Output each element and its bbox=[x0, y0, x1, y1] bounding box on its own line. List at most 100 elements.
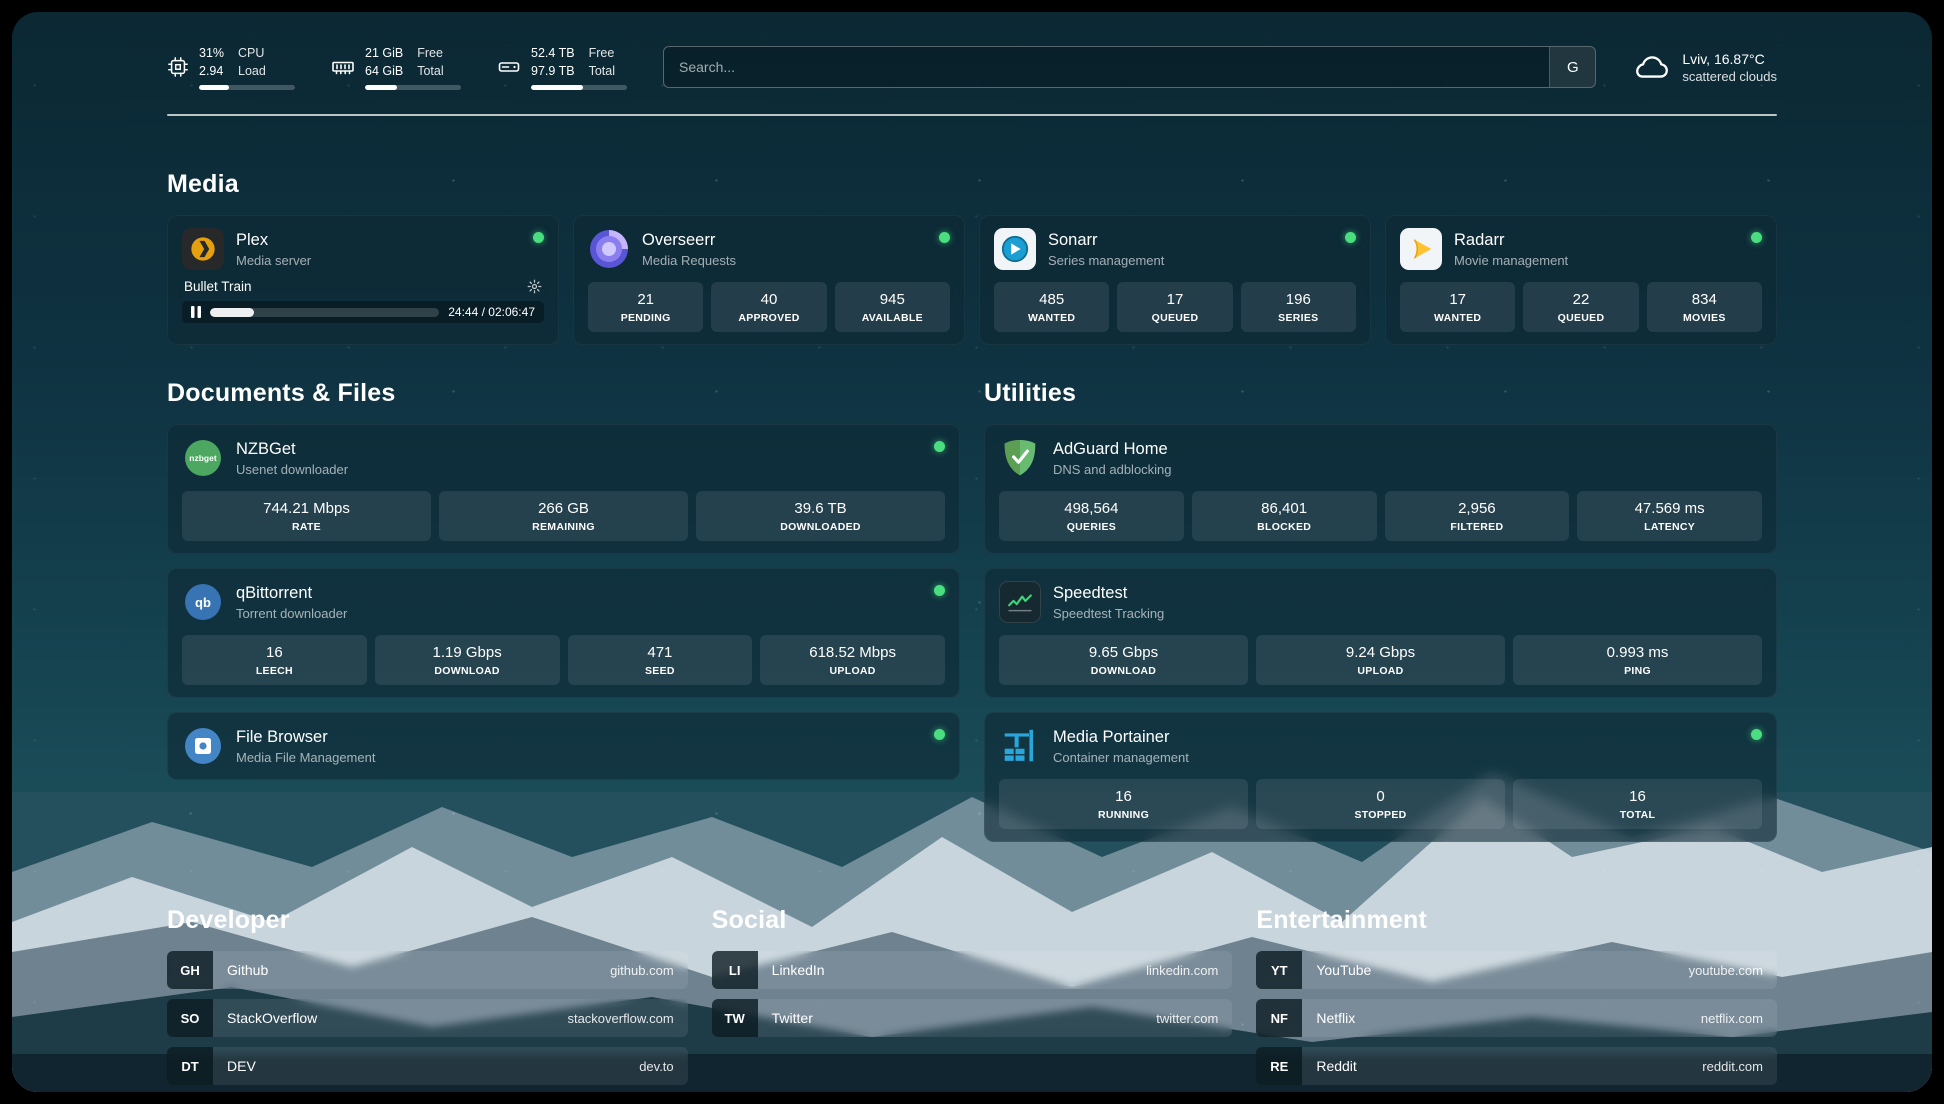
stat-value: 834 bbox=[1692, 291, 1717, 308]
stat-label: WANTED bbox=[1434, 312, 1481, 324]
nzbget-card[interactable]: nzbget NZBGet Usenet downloader 74 bbox=[167, 424, 960, 554]
seek-bar[interactable] bbox=[210, 308, 439, 317]
app-name-portainer: Media Portainer bbox=[1053, 728, 1189, 747]
stat-filtered: 2,956 FILTERED bbox=[1385, 491, 1570, 541]
playback-bar: 24:44 / 02:06:47 bbox=[182, 301, 544, 323]
stackoverflow-favicon: SO bbox=[167, 999, 213, 1037]
stat-label: PING bbox=[1624, 665, 1651, 677]
bookmark-url: netflix.com bbox=[1701, 1011, 1777, 1026]
radarr-card[interactable]: Radarr Movie management 17 WANTED 22 QUE… bbox=[1385, 215, 1777, 345]
stat-value: 47.569 ms bbox=[1635, 500, 1705, 517]
stat-value: 22 bbox=[1573, 291, 1590, 308]
svg-text:qb: qb bbox=[195, 595, 211, 610]
stat-download: 1.19 Gbps DOWNLOAD bbox=[375, 635, 560, 685]
speedtest-card[interactable]: Speedtest Speedtest Tracking 9.65 Gbps D… bbox=[984, 568, 1777, 698]
bookmark-url: reddit.com bbox=[1702, 1059, 1777, 1074]
stat-label: LATENCY bbox=[1644, 521, 1695, 533]
bookmark-linkedin[interactable]: LI LinkedIn linkedin.com bbox=[712, 951, 1233, 989]
stat-ping: 0.993 ms PING bbox=[1513, 635, 1762, 685]
memory-free: 21 GiB bbox=[365, 44, 403, 62]
bookmark-dev[interactable]: DT DEV dev.to bbox=[167, 1047, 688, 1085]
cpu-metric: 31% 2.94 CPU Load bbox=[167, 44, 295, 90]
plex-card[interactable]: Plex Media server Bullet Train bbox=[167, 215, 559, 345]
section-title-entertainment: Entertainment bbox=[1256, 906, 1777, 935]
stat-value: 0 bbox=[1376, 788, 1384, 805]
stat-label: TOTAL bbox=[1620, 809, 1656, 821]
status-online-dot bbox=[939, 232, 950, 243]
app-name-overseerr: Overseerr bbox=[642, 231, 736, 250]
search-bar: G bbox=[663, 46, 1596, 88]
stat-value: 618.52 Mbps bbox=[809, 644, 896, 661]
stat-value: 2,956 bbox=[1458, 500, 1496, 517]
bookmark-stackoverflow[interactable]: SO StackOverflow stackoverflow.com bbox=[167, 999, 688, 1037]
cloud-icon bbox=[1632, 51, 1672, 83]
memory-label-1: Free bbox=[417, 44, 443, 62]
github-favicon: GH bbox=[167, 951, 213, 989]
stat-label: UPLOAD bbox=[830, 665, 876, 677]
search-input[interactable] bbox=[664, 47, 1549, 87]
gear-icon[interactable] bbox=[527, 279, 542, 294]
stat-queued: 22 QUEUED bbox=[1523, 282, 1638, 332]
bookmark-reddit[interactable]: RE Reddit reddit.com bbox=[1256, 1047, 1777, 1085]
overseerr-icon bbox=[588, 228, 630, 270]
nzbget-icon: nzbget bbox=[182, 437, 224, 479]
app-name-radarr: Radarr bbox=[1454, 231, 1568, 250]
stat-label: UPLOAD bbox=[1357, 665, 1403, 677]
status-online-dot bbox=[934, 729, 945, 740]
stat-value: 16 bbox=[1115, 788, 1132, 805]
overseerr-card[interactable]: Overseerr Media Requests 21 PENDING 40 A… bbox=[573, 215, 965, 345]
bookmark-youtube[interactable]: YT YouTube youtube.com bbox=[1256, 951, 1777, 989]
stat-value: 485 bbox=[1039, 291, 1064, 308]
stat-rate: 744.21 Mbps RATE bbox=[182, 491, 431, 541]
stat-label: REMAINING bbox=[532, 521, 595, 533]
adguard-card[interactable]: AdGuard Home DNS and adblocking 498,564 … bbox=[984, 424, 1777, 554]
qbittorrent-card[interactable]: qb qBittorrent Torrent downloader bbox=[167, 568, 960, 698]
stat-wanted: 485 WANTED bbox=[994, 282, 1109, 332]
reddit-favicon: RE bbox=[1256, 1047, 1302, 1085]
stat-label: MOVIES bbox=[1683, 312, 1726, 324]
app-name-nzbget: NZBGet bbox=[236, 440, 348, 459]
status-online-dot bbox=[1751, 232, 1762, 243]
bookmark-github[interactable]: GH Github github.com bbox=[167, 951, 688, 989]
stat-seed: 471 SEED bbox=[568, 635, 753, 685]
disk-free: 52.4 TB bbox=[531, 44, 575, 62]
stat-label: FILTERED bbox=[1450, 521, 1503, 533]
app-subtitle-speedtest: Speedtest Tracking bbox=[1053, 606, 1164, 621]
cpu-label-1: CPU bbox=[238, 44, 266, 62]
dev-favicon: DT bbox=[167, 1047, 213, 1085]
stat-label: LEECH bbox=[256, 665, 293, 677]
weather-widget[interactable]: Lviv, 16.87°C scattered clouds bbox=[1632, 51, 1777, 84]
cpu-percent: 31% bbox=[199, 44, 224, 62]
app-subtitle-filebrowser: Media File Management bbox=[236, 750, 375, 765]
app-name-filebrowser: File Browser bbox=[236, 728, 375, 747]
stat-running: 16 RUNNING bbox=[999, 779, 1248, 829]
bookmark-netflix[interactable]: NF Netflix netflix.com bbox=[1256, 999, 1777, 1037]
stat-label: APPROVED bbox=[738, 312, 799, 324]
section-title-media: Media bbox=[167, 170, 1777, 199]
stat-value: 9.65 Gbps bbox=[1089, 644, 1158, 661]
stat-label: SERIES bbox=[1278, 312, 1318, 324]
app-subtitle-qbittorrent: Torrent downloader bbox=[236, 606, 347, 621]
bookmark-name: StackOverflow bbox=[213, 1010, 317, 1026]
search-engine-button[interactable]: G bbox=[1549, 47, 1595, 87]
radarr-icon bbox=[1400, 228, 1442, 270]
memory-icon bbox=[331, 55, 355, 79]
netflix-favicon: NF bbox=[1256, 999, 1302, 1037]
app-subtitle-plex: Media server bbox=[236, 253, 311, 268]
plex-icon bbox=[182, 228, 224, 270]
pause-icon[interactable] bbox=[191, 306, 201, 318]
disk-label-1: Free bbox=[589, 44, 615, 62]
app-name-speedtest: Speedtest bbox=[1053, 584, 1164, 603]
bookmark-name: LinkedIn bbox=[758, 962, 825, 978]
stat-wanted: 17 WANTED bbox=[1400, 282, 1515, 332]
header-divider bbox=[167, 114, 1777, 116]
filebrowser-card[interactable]: File Browser Media File Management bbox=[167, 712, 960, 780]
portainer-card[interactable]: Media Portainer Container management 16 … bbox=[984, 712, 1777, 842]
disk-total: 97.9 TB bbox=[531, 62, 575, 80]
stat-remaining: 266 GB REMAINING bbox=[439, 491, 688, 541]
stat-downloaded: 39.6 TB DOWNLOADED bbox=[696, 491, 945, 541]
stat-label: QUEUED bbox=[1152, 312, 1199, 324]
stat-value: 16 bbox=[1629, 788, 1646, 805]
bookmark-twitter[interactable]: TW Twitter twitter.com bbox=[712, 999, 1233, 1037]
sonarr-card[interactable]: Sonarr Series management 485 WANTED 17 Q… bbox=[979, 215, 1371, 345]
